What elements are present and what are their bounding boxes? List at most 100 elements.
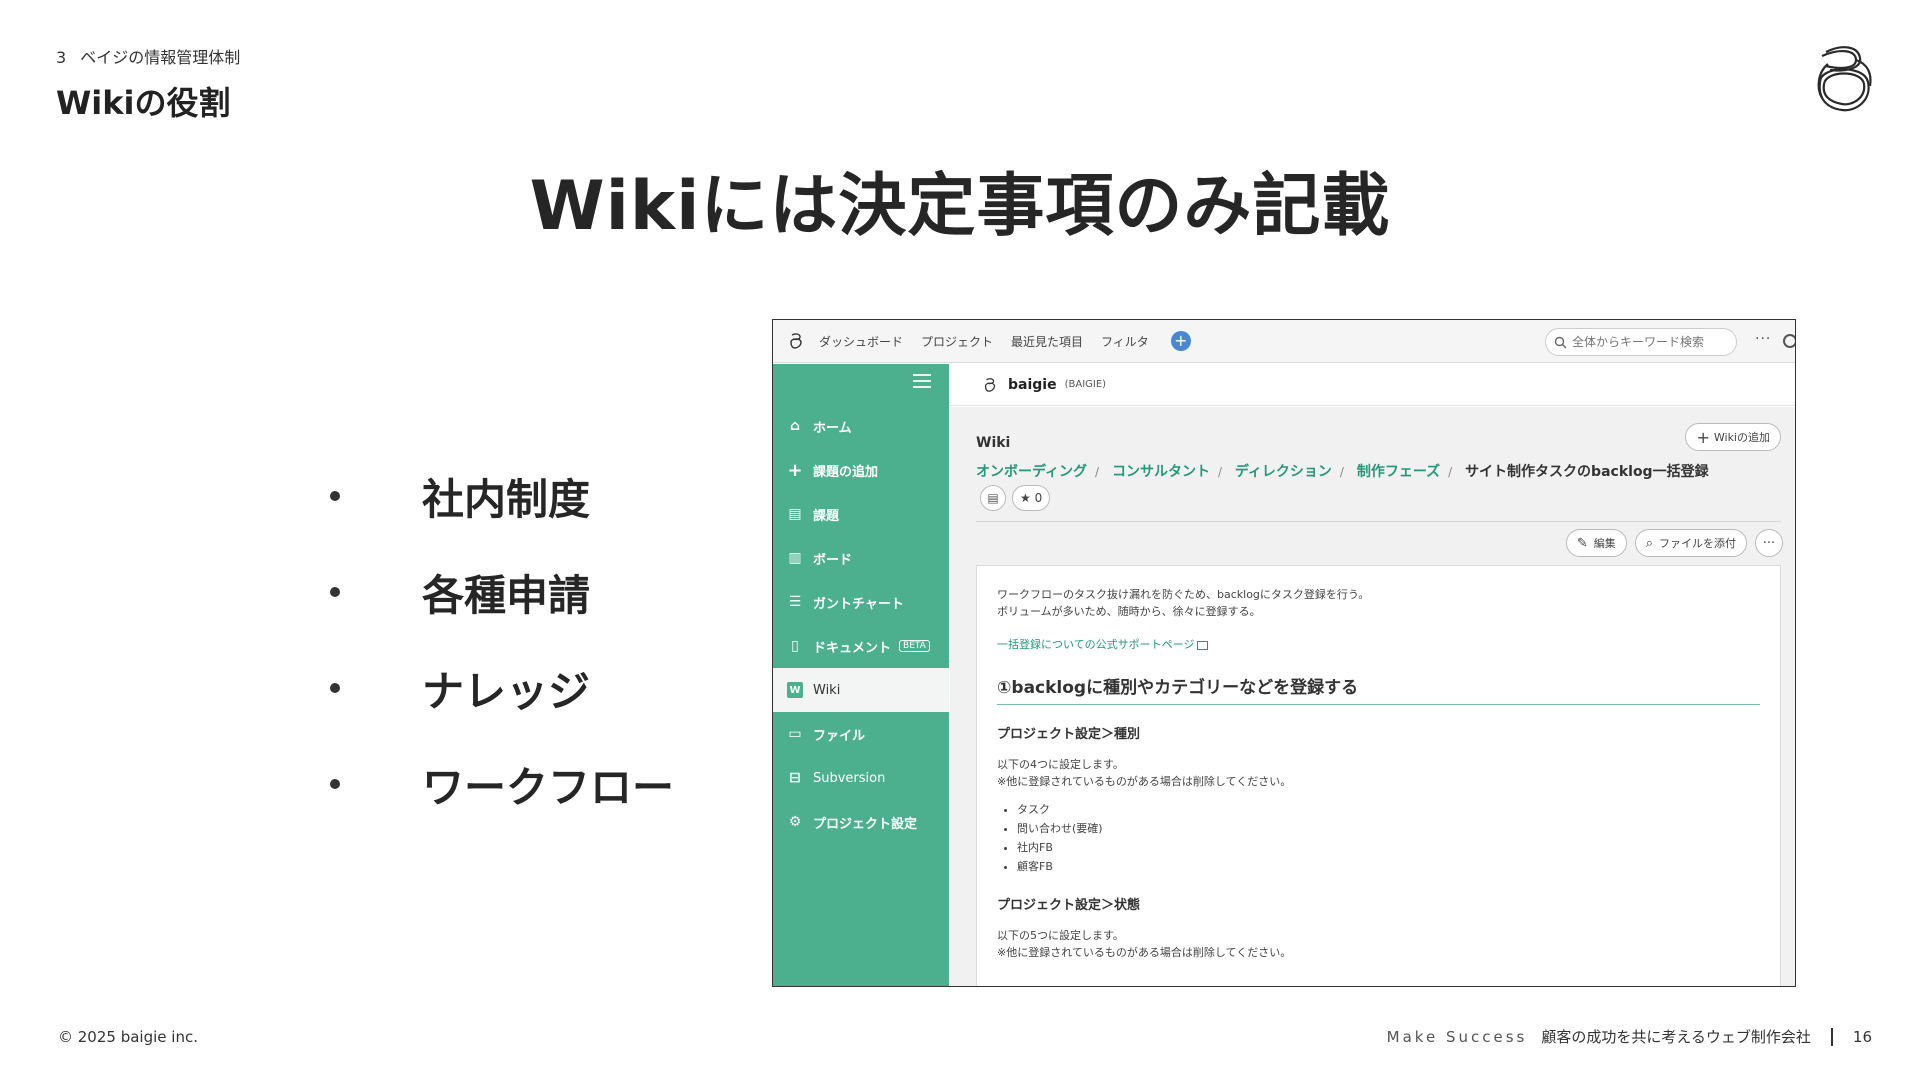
user-icon[interactable] [1783, 334, 1795, 348]
star-count: 0 [1034, 491, 1043, 505]
list-item: 問い合わせ(要確) [1017, 819, 1760, 838]
sidebar-item-issues[interactable]: ▤ 課題 [773, 492, 949, 536]
sidebar-item-label: Subversion [813, 770, 886, 786]
sidebar-item-label: 課題の追加 [813, 464, 879, 480]
section-title: プロジェクト設定＞種別 [997, 727, 1141, 742]
plus-icon: + [1696, 427, 1710, 447]
breadcrumb-link[interactable]: ディレクション [1235, 464, 1332, 480]
list-item: 社内FB [1017, 838, 1760, 857]
support-link[interactable]: 一括登録についての公式サポートページ [997, 636, 1760, 653]
external-link-icon [1197, 640, 1209, 650]
type-list: タスク 問い合わせ(要確) 社内FB 顧客FB [997, 800, 1760, 876]
page-tools: ▤ ★ 0 [980, 485, 1051, 511]
support-link-text: 一括登録についての公式サポートページ [997, 638, 1195, 651]
file-icon: ▭ [788, 726, 802, 742]
sidebar-item-subversion[interactable]: ⊟ Subversion [773, 756, 949, 800]
beta-badge: BETA [899, 640, 930, 652]
top-navigation-bar: ダッシュボード プロジェクト 最近見た項目 フィルタ + ··· [773, 320, 1795, 363]
list-item: 顧客FB [1017, 857, 1760, 876]
list-item: タスク [1017, 800, 1760, 819]
page-actions: ✎ 編集 ⌕ ファイルを添付 ··· [1558, 529, 1783, 557]
edit-label: 編集 [1593, 537, 1616, 550]
backlog-logo-icon[interactable] [787, 332, 805, 350]
sidebar-item-label: プロジェクト設定 [813, 816, 918, 832]
add-wiki-label: Wikiの追加 [1713, 431, 1770, 444]
bullet-dot [330, 779, 340, 789]
global-search[interactable] [1545, 328, 1737, 356]
home-icon: ⌂ [789, 418, 801, 434]
section-text: 以下の4つに設定します。 [997, 758, 1124, 771]
breadcrumb-link[interactable]: 制作フェーズ [1357, 464, 1440, 480]
sidebar-item-board[interactable]: ▥ ボード [773, 536, 949, 580]
section-number: 3 [56, 48, 67, 67]
bullet-list: 社内制度 各種申請 ナレッジ ワークフロー [330, 448, 674, 832]
nav-filter[interactable]: フィルタ [1101, 333, 1149, 350]
star-button[interactable]: ★ 0 [1012, 485, 1051, 511]
nav-project[interactable]: プロジェクト [921, 333, 993, 350]
more-actions-icon[interactable]: ··· [1755, 529, 1783, 557]
project-name[interactable]: baigie [1008, 377, 1057, 393]
attach-file-button[interactable]: ⌕ ファイルを添付 [1634, 529, 1747, 557]
sidebar-item-label: ガントチャート [813, 596, 904, 612]
clipboard-icon[interactable]: ▤ [980, 485, 1006, 511]
divider [976, 521, 1781, 522]
bullet-text: 各種申請 [422, 570, 591, 620]
edit-button[interactable]: ✎ 編集 [1565, 529, 1627, 557]
backlog-screenshot: ダッシュボード プロジェクト 最近見た項目 フィルタ + ··· ⌂ ホーム + 課… [772, 319, 1796, 987]
motto: Make Success [1386, 1027, 1528, 1046]
search-input[interactable] [1572, 335, 1722, 349]
footer-divider [1830, 1027, 1833, 1046]
project-logo-icon [984, 377, 996, 392]
bullet-item: ワークフロー [330, 736, 674, 832]
more-menu-icon[interactable]: ··· [1755, 331, 1771, 347]
hamburger-menu-icon[interactable] [913, 374, 931, 388]
wiki-content-area: Wiki + Wikiの追加 オンボーディング / コンサルタント / ディレクション… [950, 407, 1795, 986]
subversion-icon: ⊟ [789, 770, 801, 786]
baigie-logo [1817, 46, 1872, 112]
wiki-label: Wiki [976, 435, 1011, 451]
add-wiki-button[interactable]: + Wikiの追加 [1685, 423, 1781, 451]
gear-icon: ⚙ [788, 814, 802, 830]
search-icon [1554, 336, 1567, 348]
bullet-text: ナレッジ [422, 666, 591, 716]
sidebar-item-add-issue[interactable]: + 課題の追加 [773, 448, 949, 492]
attach-label: ファイルを添付 [1659, 537, 1736, 550]
add-plus-icon[interactable]: + [1170, 331, 1191, 351]
section-title: ベイジの情報管理体制 [80, 48, 241, 67]
sidebar-item-label: ファイル [813, 728, 866, 744]
section-title: プロジェクト設定＞状態 [997, 898, 1141, 913]
board-icon: ▥ [788, 550, 802, 566]
breadcrumb: オンボーディング / コンサルタント / ディレクション / 制作フェーズ / サイト制… [976, 464, 1709, 480]
sidebar-item-label: 課題 [813, 508, 840, 524]
sidebar-item-gantt[interactable]: ☰ ガントチャート [773, 580, 949, 624]
footer-right: Make Success 顧客の成功を共に考えるウェブ制作会社 16 [1387, 1026, 1872, 1047]
nav-recent-items[interactable]: 最近見た項目 [1011, 333, 1083, 350]
breadcrumb-link[interactable]: オンボーディング [976, 464, 1087, 480]
gantt-icon: ☰ [788, 594, 802, 610]
sidebar-item-files[interactable]: ▭ ファイル [773, 712, 949, 756]
sidebar-item-label: Wiki [813, 682, 841, 698]
sidebar-item-documents[interactable]: ▯ ドキュメント BETA [773, 624, 949, 668]
sidebar-item-project-settings[interactable]: ⚙ プロジェクト設定 [773, 800, 949, 844]
wiki-page-title: サイト制作タスクのbacklog一括登録 [1465, 464, 1709, 480]
bullet-text: ワークフロー [422, 762, 675, 812]
slide-heading: Wikiの役割 [56, 84, 231, 122]
section-text: ※他に登録されているものがある場合は削除してください。 [997, 775, 1292, 788]
intro-line: ボリュームが多いため、随時から、徐々に登録する。 [997, 605, 1261, 618]
intro-line: ワークフローのタスク抜け漏れを防ぐため、backlogにタスク登録を行う。 [997, 588, 1370, 601]
bullet-dot [330, 491, 340, 501]
star-icon: ★ [1020, 491, 1031, 505]
wiki-document: ワークフローのタスク抜け漏れを防ぐため、backlogにタスク登録を行う。 ボリ… [976, 565, 1781, 986]
main-title: Wikiには決定事項のみ記載 [529, 167, 1391, 246]
breadcrumb-link[interactable]: コンサルタント [1112, 464, 1210, 480]
sidebar-item-wiki[interactable]: W Wiki [773, 668, 949, 712]
bullet-dot [330, 587, 340, 597]
project-header: baigie (BAIGIE) [950, 364, 1795, 406]
paperclip-icon: ⌕ [1645, 535, 1653, 551]
nav-dashboard[interactable]: ダッシュボード [819, 333, 903, 350]
list-icon: ▤ [788, 506, 802, 522]
sidebar-item-home[interactable]: ⌂ ホーム [773, 404, 949, 448]
sidebar-item-label: ホーム [813, 420, 852, 436]
section-text: ※他に登録されているものがある場合は削除してください。 [997, 946, 1292, 959]
project-sidebar: ⌂ ホーム + 課題の追加 ▤ 課題 ▥ ボード ☰ ガントチャート ▯ ドキュメント BET… [773, 364, 949, 986]
